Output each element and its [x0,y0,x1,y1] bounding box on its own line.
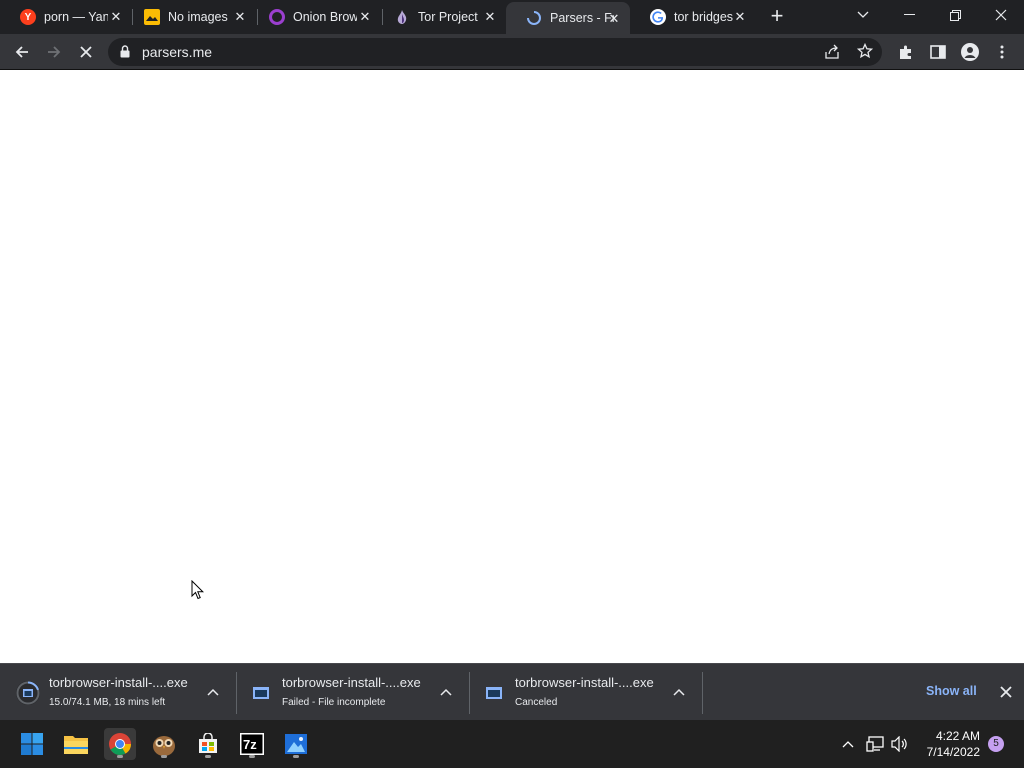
close-window-button[interactable] [978,0,1024,30]
show-hidden-icons-button[interactable] [838,734,858,754]
new-tab-button[interactable]: + [765,5,789,29]
mouse-cursor-icon [191,580,204,600]
back-button[interactable] [10,40,34,64]
minimize-button[interactable] [886,0,932,30]
chevron-up-icon[interactable] [438,684,454,700]
download-status: Failed - File incomplete [282,697,386,708]
side-panel-button[interactable] [926,40,950,64]
start-button[interactable] [16,728,48,760]
owl-app-icon [153,736,175,756]
volume-control[interactable] [890,734,910,754]
taskbar-7zip[interactable]: 7z [236,728,268,760]
download-item[interactable]: torbrowser-install-....exe Failed - File… [233,664,466,721]
chevron-up-icon[interactable] [205,684,221,700]
close-icon[interactable]: ✕ [482,9,498,25]
system-clock[interactable]: 4:22 AM 7/14/2022 [918,728,980,760]
chevron-up-icon [842,741,854,748]
download-progress-icon [16,681,40,705]
profile-avatar-icon [961,43,979,61]
chrome-menu-button[interactable] [990,40,1014,64]
chevron-up-icon[interactable] [671,684,687,700]
arrow-right-icon [48,46,61,58]
page-viewport[interactable] [0,70,1024,663]
close-icon[interactable]: ✕ [606,11,622,27]
download-shelf: torbrowser-install-....exe 15.0/74.1 MB,… [0,663,1024,720]
side-panel-icon [930,45,946,59]
exe-file-icon [249,681,273,705]
tab-yandex[interactable]: Y porn — Yan ✕ [0,0,132,34]
tab-strip: Y porn — Yan ✕ No images ✕ Onion Brow ✕ … [0,0,1024,34]
7zip-icon: 7z [240,733,264,755]
network-icon [866,736,884,752]
image-icon [144,9,160,25]
taskbar-owl-app[interactable] [148,728,180,760]
taskbar-photos[interactable] [280,728,312,760]
chrome-icon [109,733,131,755]
share-icon[interactable] [824,44,840,65]
clock-time: 4:22 AM [935,729,980,743]
onion-icon [269,9,285,25]
profile-button[interactable] [958,40,982,64]
notification-badge[interactable]: 5 [988,736,1004,752]
photos-icon [285,734,307,754]
store-icon [199,733,217,753]
close-shelf-icon[interactable] [998,684,1014,700]
yandex-icon: Y [20,9,36,25]
address-bar[interactable]: parsers.me [108,38,882,66]
taskbar-store[interactable] [192,728,224,760]
google-icon [650,9,666,25]
download-file-name: torbrowser-install-....exe [49,675,188,690]
stop-x-icon [80,46,92,58]
tab-tor-bridges[interactable]: tor bridges ✕ [630,0,756,34]
tab-title: Tor Project [418,10,478,24]
close-icon[interactable]: ✕ [732,9,748,25]
arrow-left-icon [15,46,28,58]
tab-title: No images [168,10,228,24]
volume-icon [891,736,907,752]
chevron-down-icon [857,11,869,18]
download-item[interactable]: torbrowser-install-....exe 15.0/74.1 MB,… [0,664,233,721]
tab-title: tor bridges [674,10,734,24]
tab-tor-project[interactable]: Tor Project ✕ [374,0,506,34]
close-icon[interactable]: ✕ [232,9,248,25]
tab-title: Onion Brow [293,10,357,24]
svg-text:7z: 7z [243,737,257,752]
tab-title: Parsers - Fr [550,11,614,25]
download-item[interactable]: torbrowser-install-....exe Canceled [466,664,699,721]
tab-parsers[interactable]: Parsers - Fr ✕ [506,2,630,34]
lock-icon[interactable] [120,45,130,63]
tor-icon [394,9,410,25]
url-text[interactable]: parsers.me [142,44,212,60]
tab-search-button[interactable] [840,0,886,30]
loading-spinner-icon [526,10,542,26]
close-icon[interactable]: ✕ [357,9,373,25]
tab-title: porn — Yan [44,10,108,24]
taskbar-file-explorer[interactable] [60,728,92,760]
extensions-button[interactable] [894,40,918,64]
download-file-name: torbrowser-install-....exe [515,675,654,690]
tab-no-images[interactable]: No images ✕ [124,0,256,34]
download-status: 15.0/74.1 MB, 18 mins left [49,697,166,708]
bookmark-star-icon[interactable] [856,42,874,64]
forward-button[interactable] [42,40,66,64]
restore-button[interactable] [932,0,978,30]
close-icon[interactable]: ✕ [108,9,124,25]
puzzle-icon [900,45,911,59]
clock-date: 7/14/2022 [926,745,980,759]
download-file-name: torbrowser-install-....exe [282,675,421,690]
tab-onion-browser[interactable]: Onion Brow ✕ [249,0,381,34]
start-icon [21,733,43,755]
network-status[interactable] [865,734,885,754]
show-all-downloads-link[interactable]: Show all [926,684,977,698]
download-status: Canceled [515,697,558,708]
more-vert-icon [1000,45,1004,59]
taskbar-chrome[interactable] [104,728,136,760]
browser-toolbar: parsers.me [0,34,1024,70]
windows-taskbar: 7z 4:22 AM 7/14/2022 5 [0,720,1024,768]
stop-loading-button[interactable] [74,40,98,64]
exe-file-icon [482,681,506,705]
file-explorer-icon [64,736,88,754]
